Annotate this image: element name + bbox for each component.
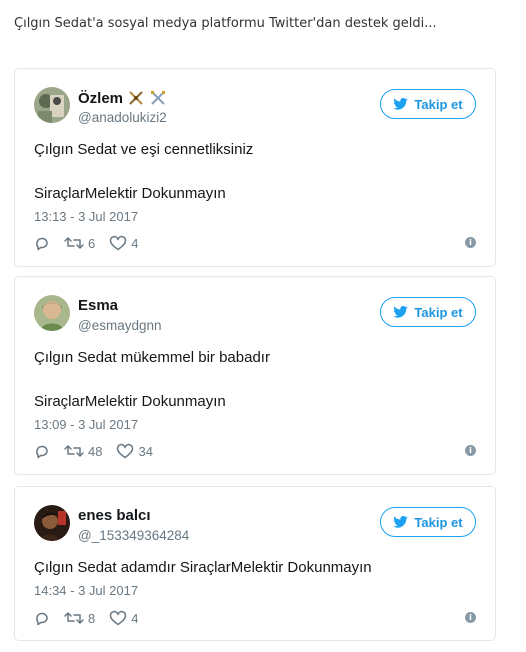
heart-icon [109, 610, 127, 626]
tweet-text-line: Çılgın Sedat adamdır SiraçlarMelektir Do… [34, 559, 372, 576]
tweet-text-line: Çılgın Sedat mükemmel bir babadır [34, 349, 270, 366]
reply-icon [36, 445, 48, 459]
follow-button[interactable]: Takip et [380, 507, 476, 537]
tweet-actions: 8 4 [34, 609, 152, 627]
tweet-actions: 48 34 [34, 442, 167, 460]
retweet-button[interactable]: 8 [64, 610, 95, 626]
retweet-count: 48 [88, 443, 103, 459]
follow-button[interactable]: Takip et [380, 89, 476, 119]
avatar[interactable] [34, 295, 70, 331]
info-icon[interactable]: i [465, 237, 476, 248]
reply-icon [36, 237, 48, 251]
author-handle[interactable]: @esmaydgnn [78, 318, 162, 333]
like-button[interactable]: 4 [109, 235, 138, 251]
retweet-button[interactable]: 48 [64, 443, 102, 459]
twitter-bird-icon [393, 98, 409, 110]
reply-button[interactable] [34, 443, 50, 459]
tweet-card: enes balcı @_153349364284 Takip et Çılgı… [14, 486, 496, 641]
reply-icon [36, 612, 48, 626]
twitter-bird-icon [393, 516, 409, 528]
like-count: 4 [131, 235, 139, 251]
tweet-text-line: Çılgın Sedat ve eşi cennetliksiniz [34, 141, 254, 158]
retweet-icon [64, 612, 84, 624]
tweet-actions: 6 4 [34, 234, 152, 252]
author-handle[interactable]: @_153349364284 [78, 528, 189, 543]
heart-icon [109, 235, 127, 251]
tweet-timestamp[interactable]: 13:13 - 3 Jul 2017 [34, 209, 138, 224]
crossed-swords-icon [149, 89, 167, 107]
author-name-text: enes balcı [78, 507, 151, 524]
follow-button[interactable]: Takip et [380, 297, 476, 327]
tweet-text-line: SiraçlarMelektir Dokunmayın [34, 393, 226, 410]
like-button[interactable]: 34 [116, 443, 153, 459]
like-count: 34 [138, 443, 153, 459]
reply-button[interactable] [34, 235, 50, 251]
twitter-bird-icon [393, 306, 409, 318]
avatar[interactable] [34, 87, 70, 123]
author-name[interactable]: enes balcı [78, 507, 151, 524]
author-handle[interactable]: @anadolukizi2 [78, 110, 167, 125]
author-name[interactable]: Esma [78, 297, 118, 314]
like-button[interactable]: 4 [109, 610, 138, 626]
retweet-count: 8 [88, 610, 96, 626]
crossed-swords-icon [127, 89, 145, 107]
avatar[interactable] [34, 505, 70, 541]
follow-button-label: Takip et [414, 96, 463, 112]
like-count: 4 [131, 610, 139, 626]
tweet-card: Esma @esmaydgnn Takip et Çılgın Sedat mü… [14, 276, 496, 475]
reply-button[interactable] [34, 610, 50, 626]
tweet-timestamp[interactable]: 14:34 - 3 Jul 2017 [34, 583, 138, 598]
follow-button-label: Takip et [414, 514, 463, 530]
info-icon[interactable]: i [465, 612, 476, 623]
tweet-timestamp[interactable]: 13:09 - 3 Jul 2017 [34, 417, 138, 432]
heart-icon [117, 443, 134, 459]
article-intro-text: Çılgın Sedat'a sosyal medya platformu Tw… [14, 16, 437, 31]
author-name-text: Özlem [78, 89, 124, 107]
retweet-icon [64, 237, 84, 249]
info-icon[interactable]: i [465, 445, 476, 456]
retweet-icon [64, 445, 84, 457]
tweet-text-line: SiraçlarMelektir Dokunmayın [34, 185, 226, 202]
follow-button-label: Takip et [414, 304, 463, 320]
retweet-button[interactable]: 6 [64, 235, 95, 251]
author-name[interactable]: Özlem [78, 89, 167, 107]
tweet-card: Özlem @anadolukizi2 Takip et Çılgın Seda… [14, 68, 496, 267]
author-name-text: Esma [78, 297, 119, 314]
retweet-count: 6 [88, 235, 96, 251]
